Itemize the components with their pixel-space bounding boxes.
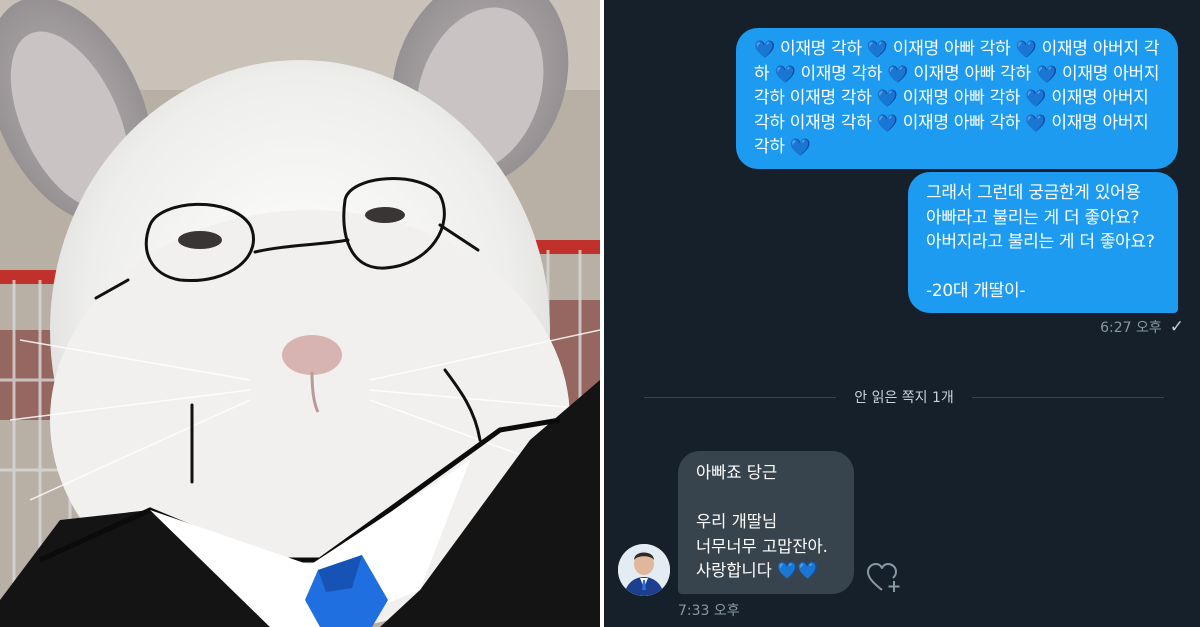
blue-heart-icon: 💙 bbox=[754, 40, 775, 60]
message-segment: 이재명 아빠 각하 bbox=[892, 39, 1011, 59]
outgoing-message-bubble[interactable]: 💙 이재명 각하 💙 이재명 아빠 각하 💙 이재명 아버지 각하 💙 이재명 … bbox=[736, 28, 1178, 169]
avatar[interactable] bbox=[618, 544, 670, 596]
message-segment: 이재명 아빠 각하 bbox=[902, 112, 1021, 133]
blue-heart-icon: 💙 bbox=[887, 64, 909, 85]
message-line: 아버지라고 불리는 게 더 좋아요? bbox=[926, 232, 1155, 253]
blue-heart-icon: 💙 bbox=[1025, 89, 1047, 110]
message-segment: 이재명 아빠 각하 bbox=[913, 63, 1031, 84]
blue-heart-icon: 💙 bbox=[876, 89, 898, 110]
blue-heart-icon: 💙 bbox=[866, 40, 888, 60]
divider-line bbox=[644, 396, 837, 398]
chinchilla-illustration bbox=[0, 0, 600, 627]
incoming-message-bubble[interactable]: 아빠죠 당근 우리 개딸님 너무너무 고맙잔아. 사랑합니다 💙💙 bbox=[678, 451, 854, 594]
direct-message-panel: 💙 이재명 각하 💙 이재명 아빠 각하 💙 이재명 아버지 각하 💙 이재명 … bbox=[604, 0, 1200, 627]
check-icon: ✓ bbox=[1169, 317, 1184, 337]
message-spacer bbox=[926, 255, 1164, 280]
blue-heart-icon: 💙 bbox=[876, 113, 898, 134]
reply-timestamp: 7:33 오후 bbox=[678, 603, 740, 619]
message-segment: 이재명 아빠 각하 bbox=[902, 88, 1021, 109]
message-line: 우리 개딸님 bbox=[696, 512, 778, 532]
message-segment: 이재명 각하 bbox=[800, 63, 883, 84]
blue-heart-icon: 💙 bbox=[1015, 40, 1037, 60]
heart-plus-icon[interactable] bbox=[866, 562, 902, 594]
chinchilla-meme-image bbox=[0, 0, 600, 627]
message-signature: -20대 개딸이- bbox=[926, 281, 1026, 302]
profile-photo-icon bbox=[618, 544, 670, 596]
message-line: 그래서 그런데 궁금한게 있어용 bbox=[926, 183, 1141, 203]
sent-time: 6:27 오후 bbox=[1100, 320, 1162, 336]
unread-divider: 안 읽은 쪽지 1개 bbox=[644, 386, 1165, 408]
blue-heart-icon: 💙 bbox=[789, 138, 811, 159]
unread-count-label: 안 읽은 쪽지 1개 bbox=[854, 390, 954, 406]
blue-heart-icon: 💙 bbox=[1025, 113, 1047, 134]
blue-heart-icon: 💙 bbox=[1036, 64, 1057, 85]
divider-line bbox=[971, 396, 1165, 398]
message-line: 아빠라고 불리는 게 더 좋아요? bbox=[926, 207, 1140, 228]
message-line: 너무너무 고맙잔아. bbox=[696, 536, 828, 556]
message-line: 사랑합니다 💙💙 bbox=[696, 561, 819, 581]
outgoing-question-bubble[interactable]: 그래서 그런데 궁금한게 있어용 아빠라고 불리는 게 더 좋아요? 아버지라고… bbox=[908, 172, 1178, 313]
message-spacer bbox=[696, 486, 840, 511]
message-segment: 이재명 각하 bbox=[779, 39, 862, 59]
message-line: 아빠죠 당근 bbox=[696, 463, 778, 482]
sent-timestamp-row: 6:27 오후 ✓ bbox=[1100, 317, 1184, 337]
blue-heart-icon: 💙 bbox=[774, 64, 796, 85]
